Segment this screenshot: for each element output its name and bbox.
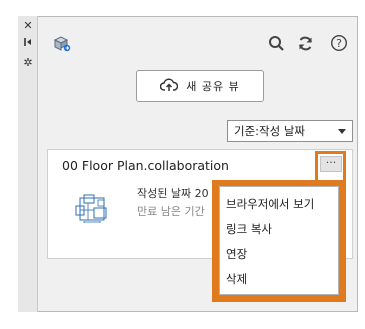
refresh-icon[interactable] [297, 35, 314, 56]
sort-dropdown-value: 기준:작성 날짜 [234, 124, 306, 138]
svg-text:?: ? [336, 37, 342, 50]
menu-item-open-in-browser[interactable]: 브라우저에서 보기 [226, 196, 314, 212]
menu-item-copy-link[interactable]: 링크 복사 [226, 221, 272, 237]
sort-dropdown[interactable]: 기준:작성 날짜 [227, 120, 353, 142]
created-date-text: 작성된 날짜 20 [137, 187, 209, 200]
shared-views-icon [52, 34, 72, 58]
expiration-text: 만료 남은 기간 [137, 205, 205, 218]
context-menu: 브라우저에서 보기 링크 복사 연장 삭제 [219, 186, 339, 295]
palette-title-strip: ✕ ✲ [18, 16, 38, 312]
collaboration-title: 00 Floor Plan.collaboration [62, 158, 229, 173]
menu-item-delete[interactable]: 삭제 [226, 271, 247, 287]
new-shared-view-button[interactable]: 새 공유 뷰 [136, 70, 264, 102]
torn-edge-decoration [0, 312, 365, 322]
settings-icon[interactable]: ✲ [18, 56, 38, 70]
close-icon[interactable]: ✕ [18, 19, 38, 33]
floor-plan-thumbnail [74, 192, 112, 232]
auto-hide-icon[interactable] [18, 37, 38, 51]
more-options-button[interactable]: ··· [320, 156, 342, 172]
search-icon[interactable] [268, 35, 285, 56]
menu-item-extend[interactable]: 연장 [226, 246, 247, 262]
help-icon[interactable]: ? [330, 34, 348, 56]
chevron-down-icon [338, 129, 346, 134]
cloud-upload-icon [160, 78, 179, 95]
context-menu-highlight: 브라우저에서 보기 링크 복사 연장 삭제 [212, 180, 346, 302]
new-shared-view-label: 새 공유 뷰 [186, 80, 240, 93]
